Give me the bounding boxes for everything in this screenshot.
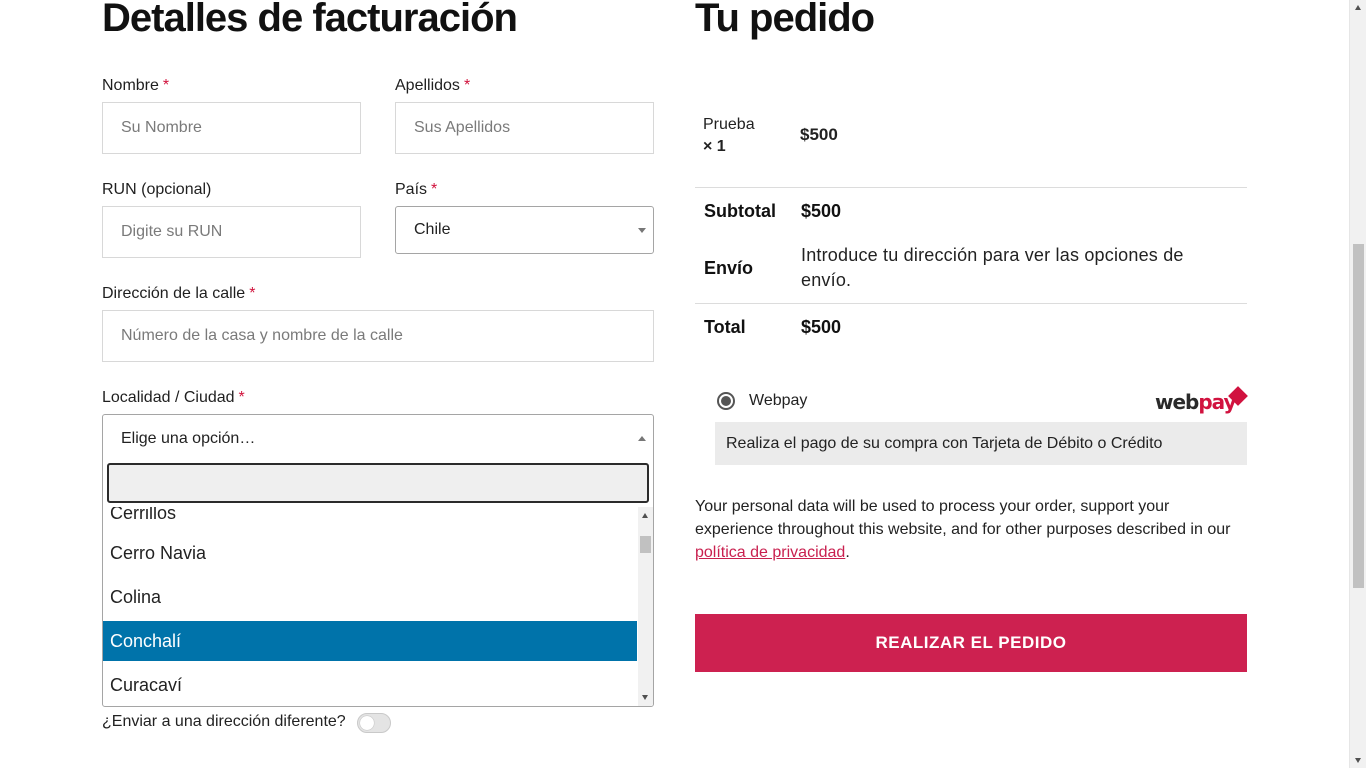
divider (695, 187, 1247, 188)
toggle-knob (360, 716, 374, 730)
radio-selected-dot (721, 396, 731, 406)
country-label: País * (395, 181, 438, 198)
scrollbar-thumb[interactable] (640, 536, 651, 553)
order-item-qty: × 1 (703, 138, 726, 155)
webpay-logo: webpay (1155, 386, 1248, 415)
country-select-value: Chile (414, 221, 451, 238)
chevron-up-icon (638, 436, 646, 441)
scroll-down-icon[interactable] (642, 695, 648, 700)
city-option[interactable]: Curacaví (103, 665, 637, 705)
city-select-dropdown[interactable]: Elige una opción… Cerrillos Cerro Navia … (102, 414, 654, 707)
total-value: $500 (801, 317, 842, 337)
first-name-label: Nombre * (102, 77, 170, 94)
scrollbar-thumb[interactable] (1353, 244, 1364, 588)
place-order-button[interactable]: REALIZAR EL PEDIDO (695, 614, 1247, 672)
ship-different-toggle[interactable] (357, 713, 391, 733)
payment-description: Realiza el pago de su compra con Tarjeta… (715, 422, 1247, 465)
page-scrollbar[interactable] (1349, 0, 1366, 768)
required-mark: * (249, 285, 256, 302)
divider (695, 303, 1247, 304)
total-label: Total (704, 317, 746, 337)
shipping-label: Envío (704, 258, 754, 278)
run-label: RUN (opcional) (102, 181, 212, 198)
city-options-list: Cerrillos Cerro Navia Colina Conchalí Cu… (103, 507, 637, 706)
webpay-label[interactable]: Webpay (749, 391, 807, 411)
shipping-value: Introduce tu dirección para ver las opci… (801, 245, 1184, 290)
order-item-price: $500 (800, 125, 838, 144)
city-option-highlighted[interactable]: Conchalí (103, 621, 637, 661)
required-mark: * (238, 389, 245, 406)
city-label: Localidad / Ciudad * (102, 389, 245, 406)
country-select[interactable]: Chile (395, 206, 654, 254)
privacy-end: . (845, 544, 850, 561)
subtotal-value: $500 (801, 201, 842, 221)
privacy-policy-link[interactable]: política de privacidad (695, 544, 845, 561)
city-option[interactable]: Cerro Navia (103, 533, 637, 573)
scroll-up-icon[interactable] (642, 513, 648, 518)
required-mark: * (463, 77, 471, 94)
street-input[interactable]: Número de la casa y nombre de la calle (102, 310, 654, 362)
privacy-notice: Your personal data will be used to proce… (695, 495, 1250, 564)
chevron-down-icon (638, 228, 646, 233)
city-search-input[interactable] (107, 463, 649, 503)
scroll-down-icon[interactable] (1355, 758, 1361, 763)
privacy-text: Your personal data will be used to proce… (695, 498, 1231, 538)
required-mark: * (162, 77, 170, 94)
webpay-logo-text: web (1155, 390, 1199, 414)
city-option[interactable]: Cerrillos (103, 507, 637, 533)
required-mark: * (431, 181, 438, 198)
city-option[interactable]: Colina (103, 577, 637, 617)
last-name-input[interactable]: Sus Apellidos (395, 102, 654, 154)
first-name-input[interactable]: Su Nombre (102, 102, 361, 154)
billing-title: Detalles de facturación (102, 0, 518, 40)
scroll-up-icon[interactable] (1355, 5, 1361, 10)
city-list-scrollbar[interactable] (638, 507, 653, 706)
webpay-radio[interactable] (717, 392, 735, 410)
city-select-value[interactable]: Elige una opción… (103, 415, 653, 463)
street-label: Dirección de la calle * (102, 285, 256, 302)
run-input[interactable]: Digite su RUN (102, 206, 361, 258)
ship-different-label: ¿Enviar a una dirección diferente? (102, 713, 346, 730)
last-name-label: Apellidos * (395, 77, 471, 94)
order-title: Tu pedido (695, 0, 875, 40)
subtotal-label: Subtotal (704, 201, 776, 221)
order-item-name: Prueba (703, 116, 755, 133)
